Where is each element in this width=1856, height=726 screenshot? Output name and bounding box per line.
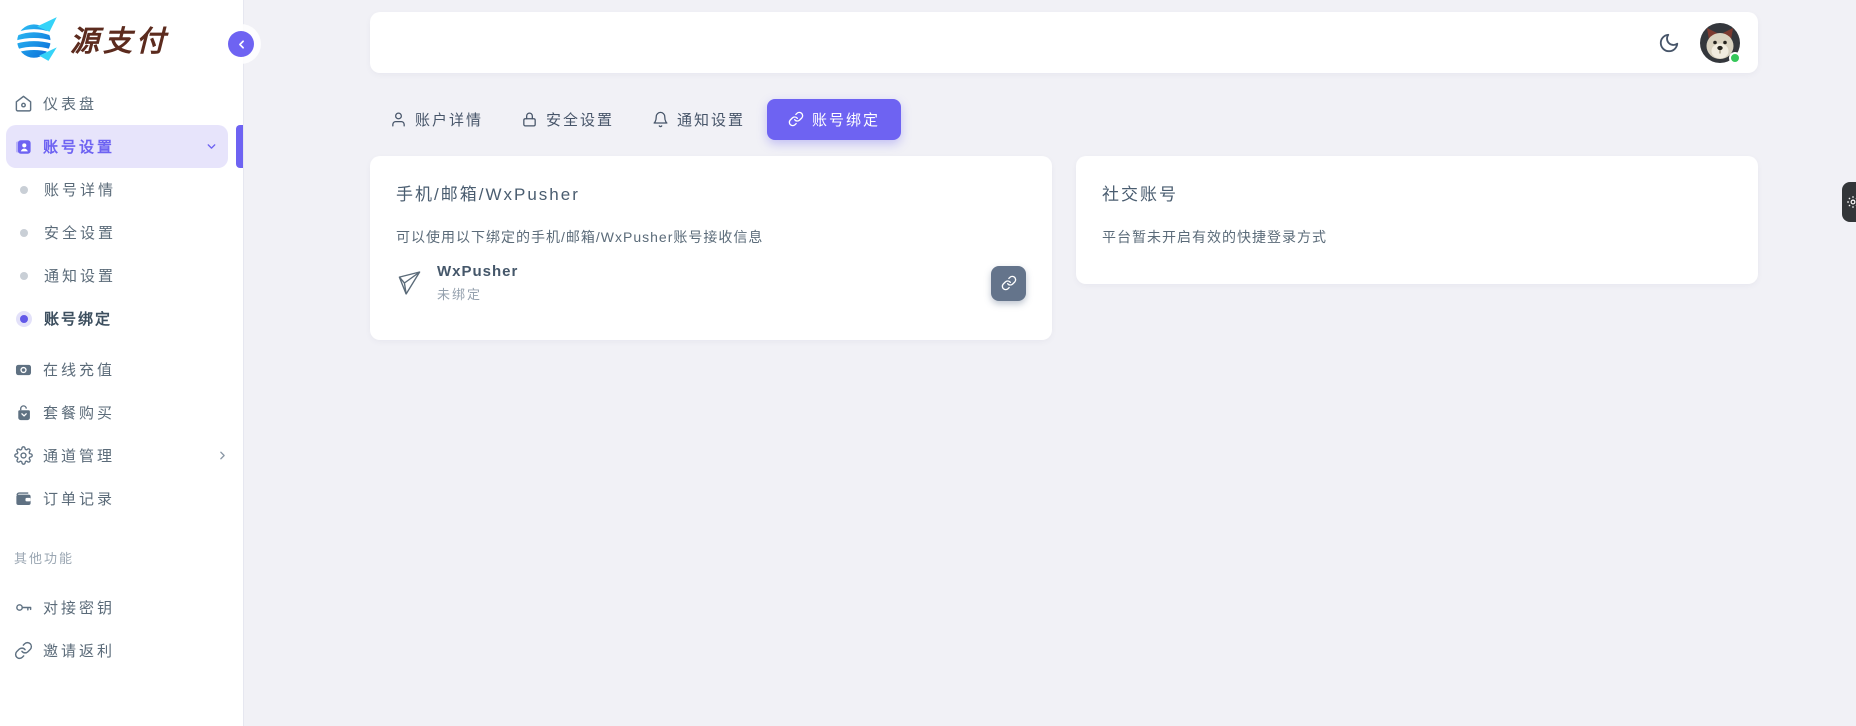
- gear-icon: [1846, 195, 1856, 209]
- sidebar-item-label: 通道管理: [43, 445, 115, 466]
- sidebar-item-label: 账号设置: [43, 136, 115, 157]
- sidebar-item-account-settings[interactable]: 账号设置: [6, 125, 228, 168]
- bind-wxpusher-button[interactable]: [991, 266, 1026, 301]
- binding-service-name: WxPusher: [437, 263, 518, 280]
- sidebar-item-online-recharge[interactable]: 在线充值: [0, 348, 243, 391]
- binding-card-title: 手机/邮箱/WxPusher: [396, 180, 1026, 205]
- key-icon: [14, 598, 33, 617]
- id-badge-icon: [14, 137, 33, 156]
- tab-label: 账户详情: [415, 109, 483, 130]
- social-card-title: 社交账号: [1102, 180, 1732, 205]
- sidebar-item-label: 安全设置: [44, 222, 116, 243]
- tab-account-binding[interactable]: 账号绑定: [767, 99, 901, 140]
- sidebar-nav: 仪表盘 账号设置 账号详情: [0, 82, 243, 672]
- topbar: [370, 12, 1758, 73]
- banknote-icon: [14, 360, 33, 379]
- link-icon: [14, 641, 33, 660]
- sidebar-item-label: 账号绑定: [44, 308, 112, 329]
- tab-account-details[interactable]: 账户详情: [390, 109, 483, 130]
- sidebar-item-label: 在线充值: [43, 359, 115, 380]
- sidebar-item-package-purchase[interactable]: 套餐购买: [0, 391, 243, 434]
- sidebar-item-notification-settings[interactable]: 通知设置: [0, 254, 243, 297]
- sidebar-item-api-keys[interactable]: 对接密钥: [0, 586, 243, 629]
- social-card-description: 平台暂未开启有效的快捷登录方式: [1102, 227, 1732, 247]
- sidebar-item-account-binding[interactable]: 账号绑定: [0, 297, 243, 340]
- tab-security-settings[interactable]: 安全设置: [521, 109, 614, 130]
- gear-icon: [14, 446, 33, 465]
- bullet-dot: [20, 315, 28, 323]
- brand-logo-icon: [12, 14, 62, 64]
- sidebar-collapse-button[interactable]: [228, 31, 254, 57]
- chevron-right-icon: [216, 449, 229, 462]
- moon-icon: [1658, 32, 1680, 54]
- sidebar-item-label: 对接密钥: [43, 597, 115, 618]
- online-status-dot: [1729, 52, 1741, 64]
- chevron-left-icon: [235, 38, 248, 51]
- sidebar-item-label: 订单记录: [43, 488, 115, 509]
- sidebar-item-security-settings[interactable]: 安全设置: [0, 211, 243, 254]
- bullet-dot: [20, 272, 28, 280]
- sidebar-item-label: 套餐购买: [43, 402, 115, 423]
- link-icon: [788, 111, 804, 127]
- sidebar-item-account-details[interactable]: 账号详情: [0, 168, 243, 211]
- sidebar-item-label: 仪表盘: [43, 93, 97, 114]
- brand: 源支付: [0, 0, 243, 76]
- tab-label: 账号绑定: [812, 109, 880, 130]
- sidebar: 源支付 仪表盘: [0, 0, 243, 726]
- sidebar-item-order-records[interactable]: 订单记录: [0, 477, 243, 520]
- sidebar-item-dashboard[interactable]: 仪表盘: [0, 82, 243, 125]
- wallet-icon: [14, 489, 33, 508]
- chevron-down-icon: [205, 140, 218, 153]
- bell-icon: [652, 111, 669, 128]
- active-item-indicator: [236, 125, 243, 168]
- tab-label: 通知设置: [677, 109, 745, 130]
- bullet-dot: [20, 229, 28, 237]
- sidebar-item-label: 通知设置: [44, 265, 116, 286]
- sidebar-item-invite-rebate[interactable]: 邀请返利: [0, 629, 243, 672]
- shopping-bag-icon: [14, 403, 33, 422]
- home-icon: [14, 94, 33, 113]
- sidebar-item-label: 邀请返利: [43, 640, 115, 661]
- lock-icon: [521, 111, 538, 128]
- bullet-dot: [20, 186, 28, 194]
- tab-notification-settings[interactable]: 通知设置: [652, 109, 745, 130]
- paper-plane-icon: [396, 267, 423, 299]
- user-avatar[interactable]: [1700, 23, 1740, 63]
- sidebar-section-label: 其他功能: [14, 548, 243, 568]
- link-icon: [1001, 275, 1017, 291]
- user-icon: [390, 111, 407, 128]
- settings-drawer-handle[interactable]: [1842, 182, 1856, 222]
- app-root: 源支付 仪表盘: [0, 0, 1856, 726]
- social-card: 社交账号 平台暂未开启有效的快捷登录方式: [1076, 156, 1758, 284]
- settings-tabs: 账户详情 安全设置 通知设置: [390, 98, 901, 140]
- wxpusher-row: WxPusher 未绑定: [396, 263, 1026, 303]
- binding-card: 手机/邮箱/WxPusher 可以使用以下绑定的手机/邮箱/WxPusher账号…: [370, 156, 1052, 340]
- sidebar-item-channel-management[interactable]: 通道管理: [0, 434, 243, 477]
- sidebar-item-label: 账号详情: [44, 179, 116, 200]
- dark-mode-toggle[interactable]: [1658, 32, 1680, 54]
- binding-card-description: 可以使用以下绑定的手机/邮箱/WxPusher账号接收信息: [396, 227, 1026, 247]
- binding-status: 未绑定: [437, 284, 518, 303]
- brand-name: 源支付: [70, 18, 169, 60]
- tab-label: 安全设置: [546, 109, 614, 130]
